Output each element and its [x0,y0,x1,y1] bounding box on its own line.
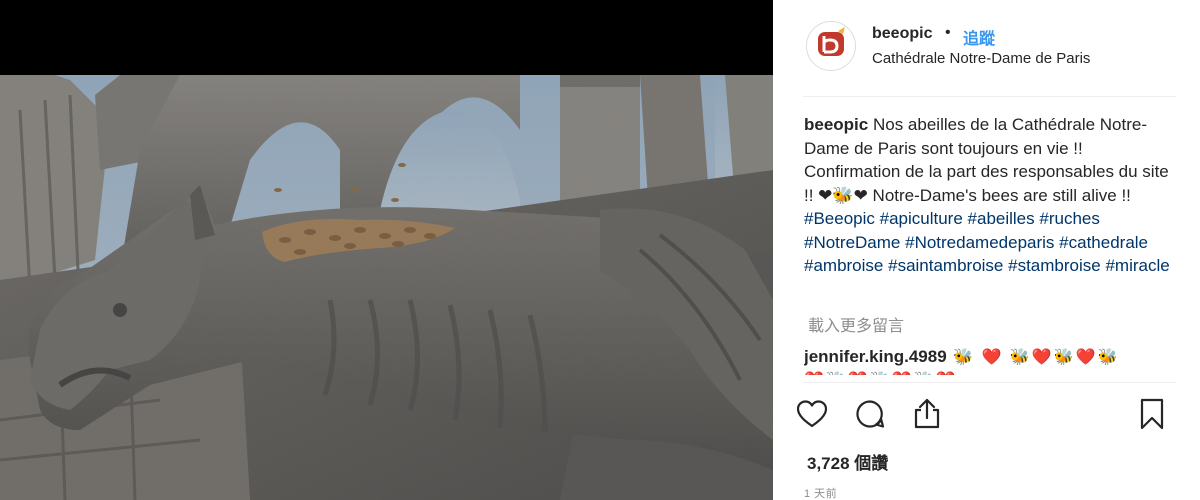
bookmark-icon[interactable] [1139,398,1165,435]
hashtag-link[interactable]: #saintambroise [888,256,1003,275]
actions-divider [803,382,1176,383]
hashtag-link[interactable]: #ambroise [804,256,883,275]
hashtag-link[interactable]: #Notredamedeparis [905,233,1054,252]
like-count[interactable]: 3,728 個讚 [807,449,888,474]
share-icon[interactable] [913,397,941,434]
comment-item: jennifer.king.4989 🐝 ❤️ 🐝❤️🐝❤️🐝 ❤️🐝❤️🐝❤️… [804,345,1184,375]
speech-bubble-icon[interactable] [855,399,885,434]
hashtag-link[interactable]: #Beeopic [804,209,875,228]
hashtag-link[interactable]: #abeilles [968,209,1035,228]
load-more-comments-button[interactable]: 載入更多留言 [808,312,904,336]
hashtag-link[interactable]: #NotreDame [804,233,900,252]
hashtag-link[interactable]: #miracle [1105,256,1169,275]
post-photo[interactable] [0,0,773,500]
post-header: beeopic • 追蹤 Cathédrale Notre-Dame de Pa… [773,0,1200,96]
header-divider [803,96,1176,97]
hashtag-link[interactable]: #stambroise [1008,256,1101,275]
caption-username[interactable]: beeopic [804,115,868,134]
post-caption: beeopic Nos abeilles de la Cathédrale No… [804,113,1179,278]
post-location[interactable]: Cathédrale Notre-Dame de Paris [872,50,1090,67]
hashtag-link[interactable]: #apiculture [880,209,963,228]
comment-text: 🐝 ❤️ 🐝❤️🐝❤️🐝 [946,349,1120,366]
hashtag-link[interactable]: #cathedrale [1059,233,1148,252]
hashtag-link[interactable]: #ruches [1039,209,1099,228]
follow-button[interactable]: 追蹤 [963,25,995,49]
comment-username[interactable]: jennifer.king.4989 [804,347,947,366]
comment-text-overflow: ❤️🐝❤️🐝❤️🐝❤️ [804,369,957,375]
beeopic-logo [807,22,855,70]
separator-dot: • [945,24,951,41]
heart-icon[interactable] [796,399,828,434]
post-username[interactable]: beeopic [872,25,932,43]
post-side-panel: beeopic • 追蹤 Cathédrale Notre-Dame de Pa… [773,0,1200,500]
gargoyle-photo [0,0,773,500]
post-timestamp[interactable]: 1 天前 [804,485,837,500]
avatar[interactable] [806,21,856,71]
